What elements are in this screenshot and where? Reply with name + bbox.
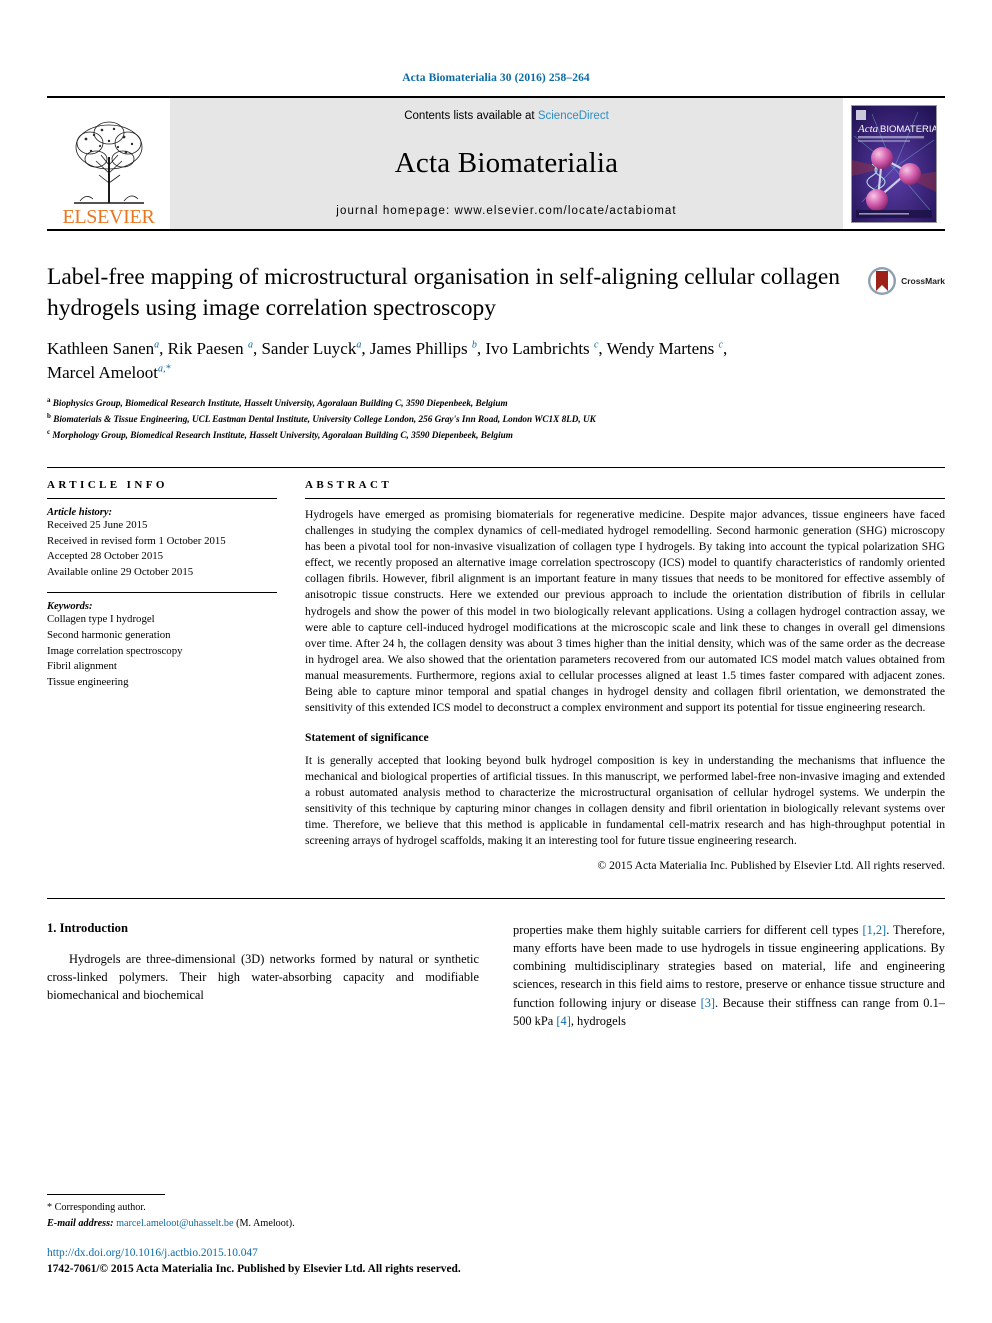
article-history-title: Article history: <box>47 507 113 519</box>
affiliation-item: b Biomaterials & Tissue Engineering, UCL… <box>47 412 596 425</box>
info-abstract-section: ARTICLE INFO Article history: Received 2… <box>47 467 945 872</box>
body-columns: 1. Introduction Hydrogels are three-dime… <box>47 921 945 1030</box>
journal-title: Acta Biomaterialia <box>394 147 619 179</box>
author-affil-marker: b <box>471 339 477 351</box>
introduction-paragraph-right: properties make them highly suitable car… <box>513 921 945 1030</box>
divider <box>47 898 945 900</box>
article-info-heading: ARTICLE INFO <box>47 479 168 492</box>
title-block: Label-free mapping of microstructural or… <box>47 262 945 323</box>
statement-of-significance-heading: Statement of significance <box>305 730 429 744</box>
svg-text:BIOMATERIALIA: BIOMATERIALIA <box>880 124 936 135</box>
affiliation-text: Biophysics Group, Biomedical Research In… <box>52 398 508 409</box>
article-page: Acta Biomaterialia 30 (2016) 258–264 ELS… <box>0 0 992 1323</box>
affiliation-text: Morphology Group, Biomedical Research In… <box>52 430 513 441</box>
svg-text:Acta: Acta <box>857 123 879 135</box>
elsevier-wordmark: ELSEVIER <box>62 206 155 228</box>
footnote-divider <box>47 1194 165 1196</box>
author-item: James Phillips b, <box>369 339 486 359</box>
keywords-title: Keywords: <box>47 601 93 613</box>
keyword-item: Tissue engineering <box>47 675 129 688</box>
crossmark-icon <box>868 267 897 295</box>
abstract-column: ABSTRACT Hydrogels have emerged as promi… <box>305 479 945 872</box>
history-item: Received 25 June 2015 <box>47 519 148 532</box>
cover-artwork-icon: Acta BIOMATERIALIA <box>852 105 936 222</box>
citation-ref[interactable]: [1,2] <box>862 923 886 937</box>
author-item: Kathleen Sanena, <box>47 339 168 359</box>
affiliation-item: a Biophysics Group, Biomedical Research … <box>47 396 508 409</box>
keyword-item: Second harmonic generation <box>47 628 171 641</box>
divider <box>47 592 277 594</box>
divider <box>305 498 945 500</box>
affiliation-text: Biomaterials & Tissue Engineering, UCL E… <box>53 414 596 425</box>
introduction-paragraph-left: Hydrogels are three-dimensional (3D) net… <box>47 952 479 1003</box>
author-item: Ivo Lambrichts c, <box>485 339 607 359</box>
email-note: E-mail address: marcel.ameloot@uhasselt.… <box>47 1216 467 1231</box>
statement-of-significance-text: It is generally accepted that looking be… <box>305 753 945 848</box>
email-label: E-mail address: <box>47 1217 114 1229</box>
email-suffix: (M. Ameloot). <box>236 1217 295 1229</box>
author-affil-marker: c <box>718 339 723 351</box>
keyword-item: Collagen type I hydrogel <box>47 613 155 626</box>
corresponding-author-note: * Corresponding author. <box>47 1200 467 1215</box>
author-affil-marker: a <box>154 339 160 351</box>
issn-copyright: 1742-7061/© 2015 Acta Materialia Inc. Pu… <box>47 1263 461 1276</box>
citation-ref[interactable]: [3] <box>701 996 715 1010</box>
crossmark-label: CrossMark <box>901 276 945 286</box>
email-link[interactable]: marcel.ameloot@uhasselt.be <box>116 1218 233 1229</box>
affiliation-item: c Morphology Group, Biomedical Research … <box>47 428 513 441</box>
history-item: Accepted 28 October 2015 <box>47 550 164 563</box>
author-affil-marker: a <box>247 339 253 351</box>
page-title: Label-free mapping of microstructural or… <box>47 264 841 321</box>
journal-cover-thumbnail: Acta BIOMATERIALIA <box>851 104 937 223</box>
abstract-copyright: © 2015 Acta Materialia Inc. Published by… <box>597 859 945 873</box>
divider <box>47 498 277 500</box>
contents-available-line: Contents lists available at ScienceDirec… <box>404 110 609 122</box>
keyword-item: Image correlation spectroscopy <box>47 644 183 657</box>
citation-ref[interactable]: [4] <box>556 1014 570 1028</box>
asterisk-icon: * <box>47 1202 53 1214</box>
elsevier-tree-icon <box>73 121 144 204</box>
running-head: Acta Biomaterialia 30 (2016) 258–264 <box>402 72 590 84</box>
history-item: Available online 29 October 2015 <box>47 565 194 578</box>
abstract-heading: ABSTRACT <box>305 479 393 492</box>
elsevier-logo: ELSEVIER <box>47 98 170 229</box>
page-footer: http://dx.doi.org/10.1016/j.actbio.2015.… <box>47 1245 547 1278</box>
doi-link[interactable]: http://dx.doi.org/10.1016/j.actbio.2015.… <box>47 1245 547 1262</box>
body-column-right: properties make them highly suitable car… <box>513 921 945 1030</box>
sciencedirect-link[interactable]: ScienceDirect <box>538 110 609 122</box>
journal-cover-wrapper: Acta BIOMATERIALIA <box>843 98 945 229</box>
introduction-heading: 1. Introduction <box>47 921 128 936</box>
author-affil-marker: a <box>356 339 362 351</box>
crossmark-badge[interactable]: CrossMark <box>867 266 945 296</box>
journal-homepage[interactable]: journal homepage: www.elsevier.com/locat… <box>336 205 676 217</box>
footnote-area: * Corresponding author. E-mail address: … <box>47 1194 467 1231</box>
abstract-text: Hydrogels have emerged as promising biom… <box>305 508 945 714</box>
body-column-left: 1. Introduction Hydrogels are three-dime… <box>47 921 479 1030</box>
author-list: Kathleen Sanena, Rik Paesen a, Sander Lu… <box>47 337 945 385</box>
keyword-item: Fibril alignment <box>47 660 117 673</box>
author-item: Sander Luycka, <box>261 339 370 359</box>
author-item: Wendy Martens c, <box>606 339 728 359</box>
intro-text-segment: , hydrogels <box>570 1013 626 1028</box>
affiliation-list: a Biophysics Group, Biomedical Research … <box>47 395 945 443</box>
corresponding-author-text: Corresponding author. <box>54 1202 146 1214</box>
article-info-column: ARTICLE INFO Article history: Received 2… <box>47 479 305 872</box>
journal-band: Contents lists available at ScienceDirec… <box>170 98 843 229</box>
author-affil-marker: a,* <box>157 363 171 375</box>
history-item: Received in revised form 1 October 2015 <box>47 534 226 547</box>
author-affil-marker: c <box>593 339 599 351</box>
author-item: Rik Paesen a, <box>167 339 262 359</box>
intro-text-segment: properties make them highly suitable car… <box>513 923 863 938</box>
author-item: Marcel Ameloota,* <box>47 363 171 383</box>
contents-prefix: Contents lists available at <box>404 110 535 122</box>
journal-masthead: ELSEVIER Contents lists available at Sci… <box>47 96 945 231</box>
